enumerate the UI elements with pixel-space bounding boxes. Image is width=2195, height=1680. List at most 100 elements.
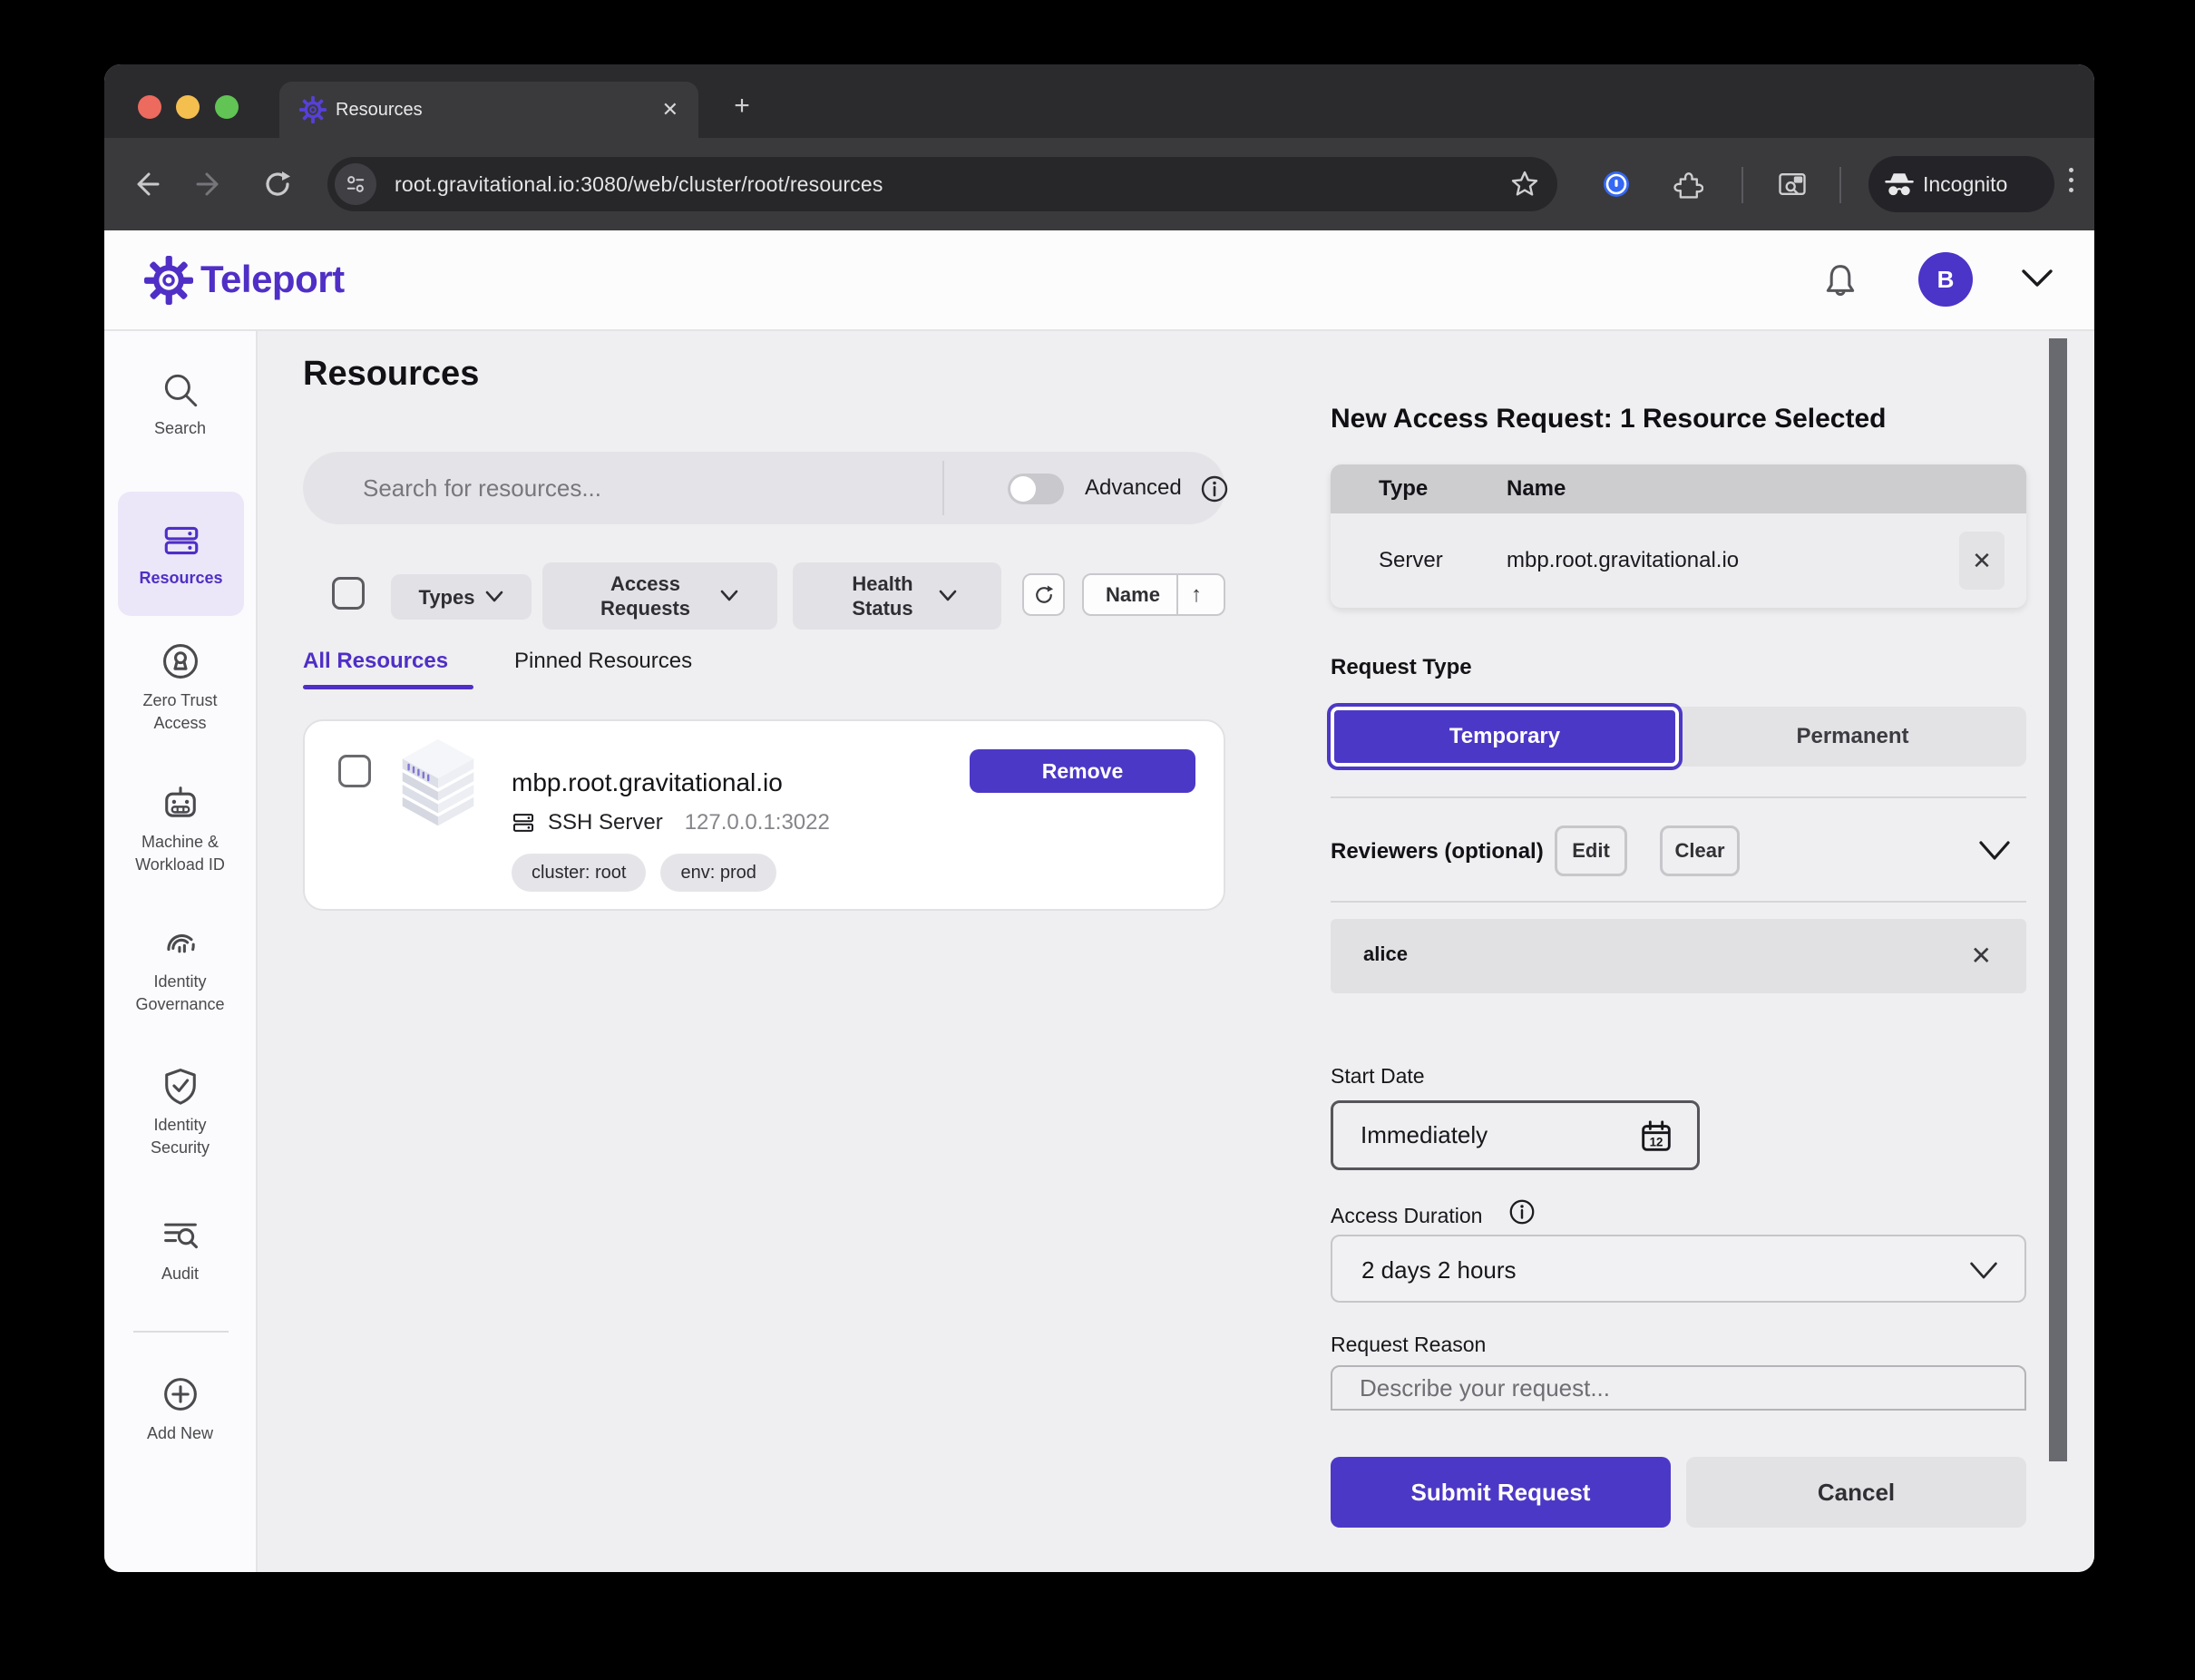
user-avatar[interactable]: B [1918,252,1973,307]
resource-tag[interactable]: cluster: root [512,854,646,892]
browser-menu-button[interactable] [2069,168,2073,192]
url-bar[interactable]: root.gravitational.io:3080/web/cluster/r… [327,157,1557,211]
calendar-icon[interactable]: 12 [1637,1118,1675,1156]
types-filter-button[interactable]: Types [391,574,532,620]
site-settings-button[interactable] [335,163,376,205]
reviewer-chip: alice ✕ [1331,919,2026,993]
tab-pinned-resources[interactable]: Pinned Resources [514,649,692,674]
sidebar-item-resources[interactable]: Resources [118,492,244,616]
resource-checkbox[interactable] [338,755,371,787]
machine-id-robot-icon [159,781,202,825]
types-filter-label: Types [419,585,475,610]
chevron-down-icon [939,590,957,602]
forward-icon [194,168,227,200]
cancel-button[interactable]: Cancel [1686,1457,2026,1528]
screen-search-icon [1776,168,1809,200]
identity-governance-icon [159,921,202,964]
tab-all-resources[interactable]: All Resources [303,649,448,674]
advanced-info-icon[interactable] [1199,474,1230,504]
reload-button[interactable] [259,165,297,203]
request-reason-textarea[interactable] [1332,1367,2024,1409]
remove-reviewer-button[interactable]: ✕ [1971,941,1992,971]
chevron-down-icon [720,590,738,602]
resource-meta: SSH Server 127.0.0.1:3022 [512,810,830,835]
tab-search-button[interactable] [1773,165,1811,203]
sidebar-item-machine-workload-id[interactable]: Machine & Workload ID [104,781,256,876]
tab-close-icon[interactable]: ✕ [662,98,678,122]
sidebar-item-audit[interactable]: Audit [104,1213,256,1285]
back-button[interactable] [126,165,164,203]
sort-direction-icon[interactable]: ↑ [1191,582,1202,608]
submit-request-button[interactable]: Submit Request [1331,1457,1671,1528]
sidebar-item-search[interactable]: Search [104,369,256,440]
toolbar-separator [1741,167,1743,203]
advanced-toggle[interactable] [1008,474,1064,504]
sidebar-divider [133,1331,229,1333]
sidebar-item-label: Identity Security [126,1114,235,1159]
traffic-minimize-button[interactable] [176,95,200,119]
sidebar-item-identity-security[interactable]: Identity Security [104,1064,256,1159]
sidebar-item-add-new[interactable]: Add New [104,1372,256,1445]
sidebar-item-identity-governance[interactable]: Identity Governance [104,921,256,1016]
refresh-icon [1031,582,1057,608]
section-divider [1331,796,2026,798]
bookmark-button[interactable] [1510,170,1539,203]
clear-reviewers-button[interactable]: Clear [1660,825,1740,876]
select-all-checkbox[interactable] [332,577,365,610]
edit-reviewers-button[interactable]: Edit [1555,825,1627,876]
incognito-label: Incognito [1923,172,2007,197]
browser-tab[interactable]: Resources ✕ [279,82,698,138]
request-type-label: Request Type [1331,655,1472,680]
table-header: Type Name [1331,464,2026,513]
app-header: Teleport B [104,230,2094,331]
page-title: Resources [303,355,479,394]
add-plus-icon [159,1372,202,1416]
password-manager-button[interactable] [1597,165,1635,203]
column-header-type: Type [1379,464,1428,513]
user-menu-chevron-icon[interactable] [2020,267,2054,290]
reviewers-collapse-chevron-icon[interactable] [1977,839,2012,863]
access-requests-filter-label: Access Requests [582,571,709,620]
panel-scrollbar[interactable] [2049,338,2067,1461]
sidebar-item-zero-trust-access[interactable]: Zero Trust Access [104,640,256,735]
sort-by-name-button[interactable]: Name ↑ [1082,573,1225,616]
reviewer-name: alice [1363,943,1408,966]
resource-search-input[interactable] [363,452,871,524]
resource-search-bar: Advanced [303,452,1225,524]
resource-tag[interactable]: env: prod [660,854,776,892]
access-duration-select[interactable]: 2 days 2 hours [1331,1235,2026,1303]
extensions-button[interactable] [1668,165,1706,203]
puzzle-icon [1671,168,1703,200]
sidebar: Search Resources Zero Trus [104,331,258,1572]
resource-card[interactable]: mbp.root.gravitational.io SSH Server 127… [303,719,1225,911]
permanent-option-button[interactable]: Permanent [1679,707,2026,767]
url-text[interactable]: root.gravitational.io:3080/web/cluster/r… [395,172,883,197]
sidebar-item-label: Zero Trust Access [126,689,235,735]
start-date-input[interactable] [1361,1103,1615,1167]
temporary-option-button[interactable]: Temporary [1331,707,1679,767]
start-date-field[interactable]: 12 [1331,1100,1700,1170]
refresh-resources-button[interactable] [1022,573,1065,616]
notifications-bell-icon[interactable] [1819,259,1862,303]
forward-button[interactable] [191,165,229,203]
section-divider [1331,901,2026,903]
app-body: Search Resources Zero Trus [104,331,2094,1572]
resources-server-icon [161,520,202,562]
remove-row-button[interactable]: ✕ [1959,532,2005,590]
teleport-favicon [299,96,327,123]
brand-wordmark[interactable]: Teleport [200,258,345,301]
zero-trust-icon [159,640,202,683]
request-type-segment: Temporary Permanent [1331,707,2026,767]
sidebar-item-label: Search [154,417,206,440]
traffic-close-button[interactable] [138,95,161,119]
access-requests-filter-button[interactable]: Access Requests [542,562,777,630]
duration-info-icon[interactable] [1507,1197,1536,1226]
health-status-filter-button[interactable]: Health Status [793,562,1001,630]
new-tab-button[interactable]: + [727,92,757,122]
remove-resource-button[interactable]: Remove [970,749,1195,793]
identity-security-shield-icon [159,1064,202,1108]
traffic-zoom-button[interactable] [215,95,239,119]
sort-divider [1176,575,1178,614]
ssh-server-icon [512,811,535,835]
sidebar-item-label: Audit [161,1263,199,1285]
